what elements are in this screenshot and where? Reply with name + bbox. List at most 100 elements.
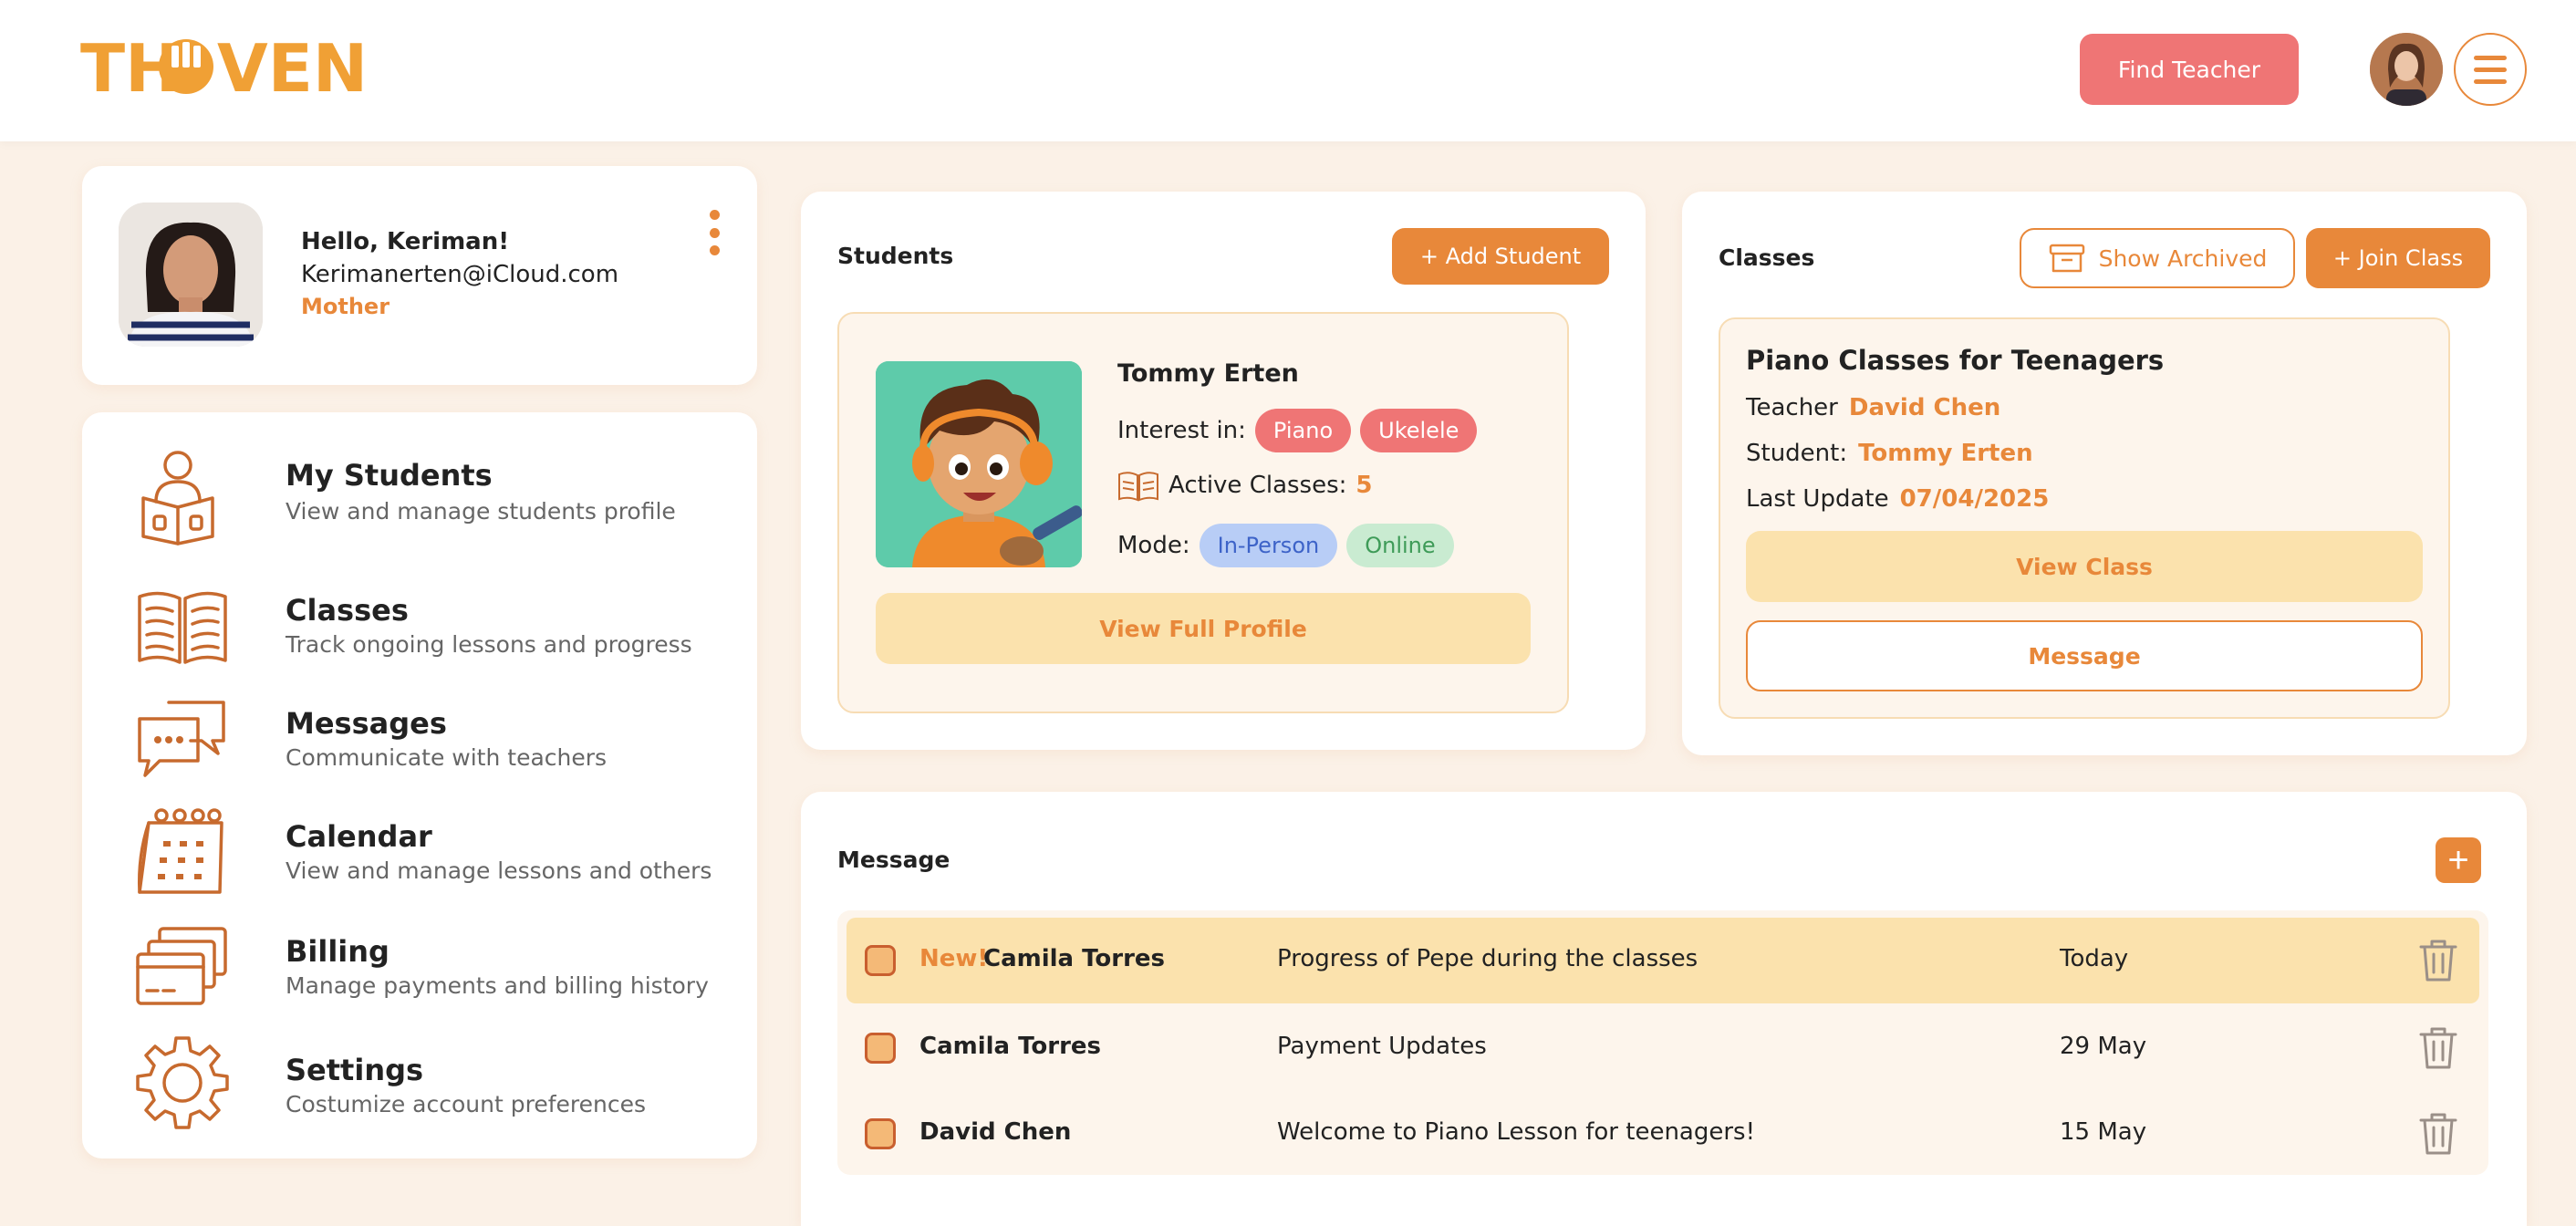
interest-tag: Ukelele xyxy=(1360,409,1478,452)
active-classes-row: Active Classes: 5 xyxy=(1117,469,1373,502)
student-name: Tommy Erten xyxy=(1117,359,1299,388)
nav-desc: View and manage lessons and others xyxy=(286,857,712,884)
message-list: New! Camila Torres Progress of Pepe duri… xyxy=(837,910,2488,1175)
profile-photo xyxy=(119,203,263,347)
thoven-logo[interactable]: TH VEN xyxy=(80,30,368,107)
student-card: Tommy Erten Interest in: Piano Ukelele A… xyxy=(837,312,1569,713)
message-sender: Camila Torres xyxy=(919,1033,1102,1060)
message-row[interactable]: David Chen Welcome to Piano Lesson for t… xyxy=(847,1091,2479,1177)
kebab-menu-icon[interactable] xyxy=(707,210,722,255)
message-row[interactable]: Camila Torres Payment Updates 29 May xyxy=(847,1005,2479,1091)
active-classes-label: Active Classes: xyxy=(1169,472,1347,499)
message-date: 15 May xyxy=(2060,1118,2147,1146)
nav-desc: Track ongoing lessons and progress xyxy=(286,631,692,658)
student-name[interactable]: Tommy Erten xyxy=(1858,440,2032,467)
email-text: Kerimanerten@iCloud.com xyxy=(301,261,619,288)
class-title: Piano Classes for Teenagers xyxy=(1746,345,2165,376)
nav-item-settings[interactable]: Settings Costumize account preferences xyxy=(132,1033,725,1133)
active-classes-count: 5 xyxy=(1356,472,1373,499)
message-checkbox[interactable] xyxy=(865,1033,896,1064)
open-book-icon xyxy=(138,591,227,664)
view-class-button[interactable]: View Class xyxy=(1746,531,2423,602)
student-label: Student: xyxy=(1746,440,1848,467)
avatar-image xyxy=(2370,33,2443,106)
nav-title: Settings xyxy=(286,1053,424,1087)
show-archived-button[interactable]: Show Archived xyxy=(2020,228,2295,288)
interest-row: Interest in: Piano Ukelele xyxy=(1117,409,1478,452)
credit-cards-icon xyxy=(136,927,227,1005)
students-card: Students + Add Student Tommy Erten Inter… xyxy=(801,192,1646,750)
classes-title: Classes xyxy=(1719,244,1815,271)
logo-wordmark: TH VEN xyxy=(80,30,368,107)
nav-title: Calendar xyxy=(286,819,432,854)
user-avatar[interactable] xyxy=(2370,33,2443,106)
update-label: Last Update xyxy=(1746,485,1889,513)
mode-label: Mode: xyxy=(1117,532,1190,559)
greeting-text: Hello, Keriman! xyxy=(301,228,510,255)
mode-row: Mode: In-Person Online xyxy=(1117,524,1454,567)
teacher-label: Teacher xyxy=(1746,394,1838,421)
message-checkbox[interactable] xyxy=(865,945,896,976)
find-teacher-button[interactable]: Find Teacher xyxy=(2080,34,2299,105)
hamburger-menu-icon[interactable] xyxy=(2454,33,2527,106)
class-teacher-row: Teacher David Chen xyxy=(1746,394,2000,421)
message-subject: Progress of Pepe during the classes xyxy=(1277,945,1698,972)
nav-title: Billing xyxy=(286,934,390,969)
gear-icon xyxy=(136,1036,229,1129)
nav-item-billing[interactable]: Billing Manage payments and billing hist… xyxy=(132,916,725,1016)
join-class-button[interactable]: + Join Class xyxy=(2306,228,2490,288)
nav-desc: View and manage students profile xyxy=(286,498,676,525)
class-update-row: Last Update 07/04/2025 xyxy=(1746,485,2049,513)
svg-text:VEN: VEN xyxy=(217,35,363,99)
nav-desc: Manage payments and billing history xyxy=(286,972,709,999)
message-class-button[interactable]: Message xyxy=(1746,620,2423,691)
message-subject: Welcome to Piano Lesson for teenagers! xyxy=(1277,1118,1756,1146)
show-archived-label: Show Archived xyxy=(2098,244,2268,272)
nav-item-classes[interactable]: Classes Track ongoing lessons and progre… xyxy=(132,575,725,675)
role-text: Mother xyxy=(301,294,390,319)
students-title: Students xyxy=(837,243,954,269)
profile-card: Hello, Keriman! Kerimanerten@iCloud.com … xyxy=(82,166,757,385)
trash-icon[interactable] xyxy=(2417,938,2459,983)
message-date: Today xyxy=(2060,945,2129,972)
nav-item-messages[interactable]: Messages Communicate with teachers xyxy=(132,688,725,788)
nav-item-calendar[interactable]: Calendar View and manage lessons and oth… xyxy=(132,801,725,901)
add-student-button[interactable]: + Add Student xyxy=(1392,228,1609,285)
message-row[interactable]: New! Camila Torres Progress of Pepe duri… xyxy=(847,918,2479,1003)
trash-icon[interactable] xyxy=(2417,1111,2459,1157)
message-checkbox[interactable] xyxy=(865,1118,896,1149)
message-subject: Payment Updates xyxy=(1277,1033,1487,1060)
new-badge: New! xyxy=(919,945,989,972)
piano-key-o-icon xyxy=(159,39,213,94)
view-full-profile-button[interactable]: View Full Profile xyxy=(876,593,1531,664)
class-student-row: Student: Tommy Erten xyxy=(1746,440,2033,467)
mode-tag-in-person: In-Person xyxy=(1199,524,1338,567)
classes-card: Classes Show Archived + Join Class Piano… xyxy=(1682,192,2527,755)
interest-label: Interest in: xyxy=(1117,417,1246,444)
calendar-icon xyxy=(137,808,223,894)
new-message-button[interactable]: + xyxy=(2436,837,2481,883)
navigation-card: My Students View and manage students pro… xyxy=(82,412,757,1158)
student-reading-icon xyxy=(141,451,214,545)
teacher-name[interactable]: David Chen xyxy=(1849,394,2000,421)
interest-tag: Piano xyxy=(1254,409,1352,452)
messages-card: Message + New! Camila Torres Progress of… xyxy=(801,792,2527,1226)
profile-image xyxy=(119,203,263,347)
class-card: Piano Classes for Teenagers Teacher David… xyxy=(1719,317,2450,719)
open-book-icon xyxy=(1118,472,1158,502)
message-sender: David Chen xyxy=(919,1118,1072,1146)
cartoon-student-image xyxy=(876,361,1082,567)
message-date: 29 May xyxy=(2060,1033,2147,1060)
top-bar: TH VEN Find Teacher xyxy=(0,0,2576,141)
nav-title: Messages xyxy=(286,706,447,741)
trash-icon[interactable] xyxy=(2417,1025,2459,1071)
student-avatar xyxy=(876,361,1082,567)
mode-tag-online: Online xyxy=(1346,524,1454,567)
nav-item-my-students[interactable]: My Students View and manage students pro… xyxy=(132,445,725,545)
messages-title: Message xyxy=(837,847,950,873)
nav-title: My Students xyxy=(286,458,493,493)
nav-desc: Costumize account preferences xyxy=(286,1091,646,1117)
update-date: 07/04/2025 xyxy=(1899,485,2050,513)
chat-bubbles-icon xyxy=(138,701,225,777)
nav-desc: Communicate with teachers xyxy=(286,744,608,771)
